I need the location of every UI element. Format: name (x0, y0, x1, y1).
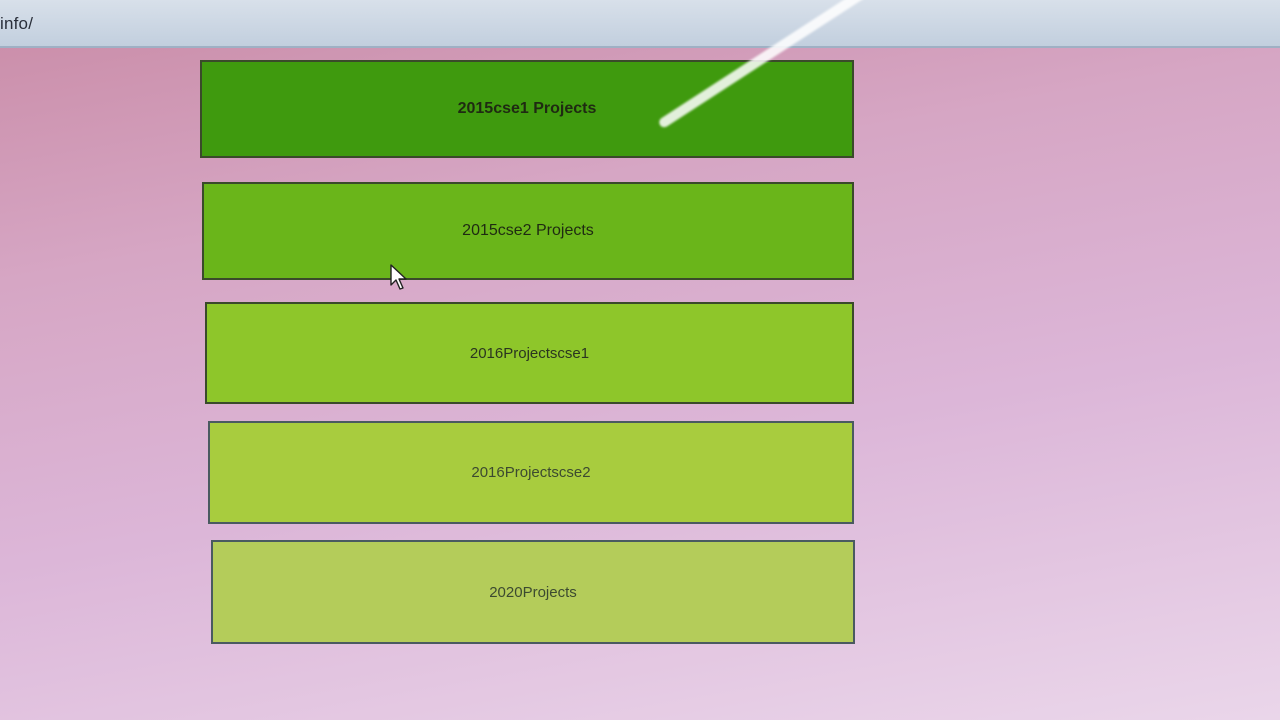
project-button-label: 2016Projectscse1 (469, 344, 590, 362)
project-list: 2015cse1 Projects 2015cse2 Projects 2016… (0, 0, 1280, 720)
project-button-2016cse1[interactable]: 2016Projectscse1 (205, 302, 854, 404)
project-button-2020[interactable]: 2020Projects (211, 540, 855, 644)
mouse-pointer-icon (390, 264, 407, 290)
project-button-2015cse2[interactable]: 2015cse2 Projects (202, 182, 854, 280)
project-button-2015cse1[interactable]: 2015cse1 Projects (200, 60, 854, 158)
project-button-label: 2016Projectscse2 (471, 464, 591, 481)
project-button-label: 2020Projects (489, 583, 577, 601)
project-button-label: 2015cse1 Projects (457, 100, 597, 117)
project-button-label: 2015cse2 Projects (462, 222, 594, 239)
project-button-2016cse2[interactable]: 2016Projectscse2 (208, 421, 854, 524)
